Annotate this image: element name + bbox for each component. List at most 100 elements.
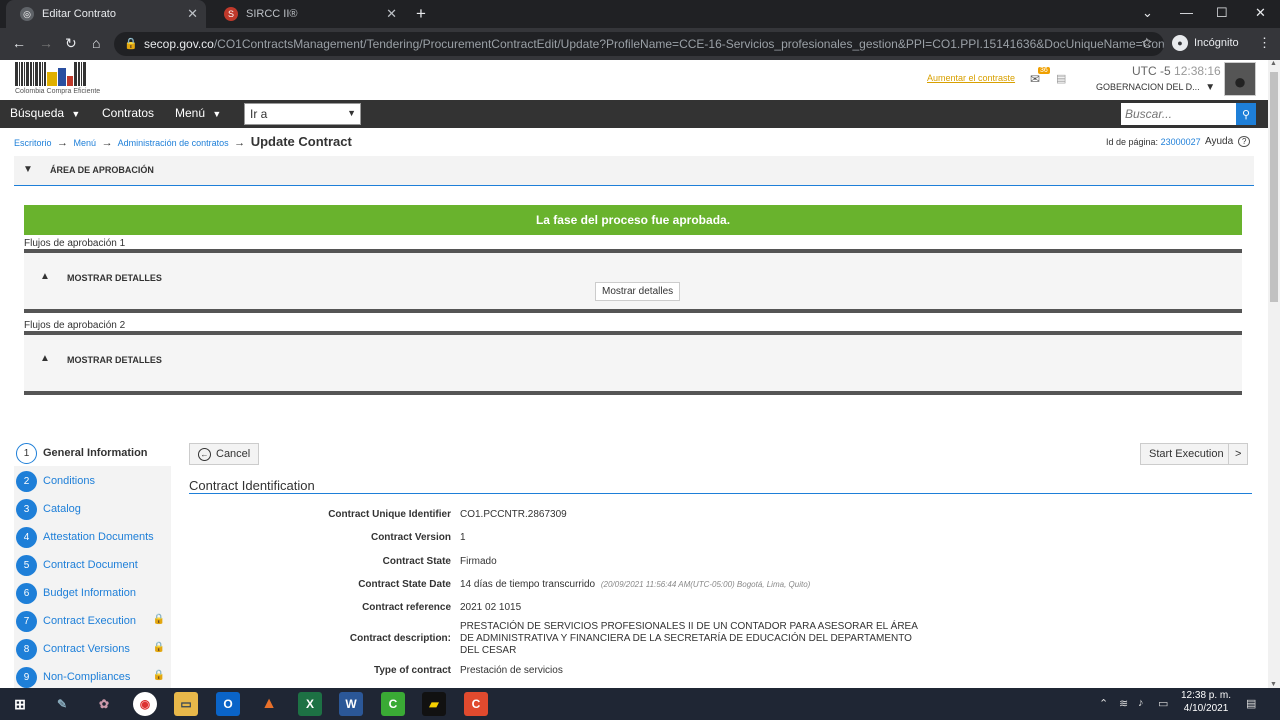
tray-chevron-icon[interactable]: ⌃	[1099, 697, 1108, 710]
outlook-icon[interactable]: O	[216, 692, 240, 716]
menu-menu[interactable]: Menú ▼	[175, 106, 221, 120]
incognito-indicator[interactable]: ● Incógnito	[1172, 35, 1239, 51]
approval-flow-2[interactable]: ▲ MOSTRAR DETALLES	[24, 331, 1242, 395]
close-tab-icon[interactable]: ✕	[386, 6, 397, 22]
breadcrumb-menu[interactable]: Menú	[74, 138, 97, 148]
lock-icon: 🔒	[152, 642, 165, 653]
page-id-value[interactable]: 23000027	[1161, 137, 1201, 147]
sticky-notes-icon[interactable]: ▰	[422, 692, 446, 716]
step-label: Budget Information	[43, 587, 136, 599]
chrome-icon[interactable]: ◉	[133, 692, 157, 716]
menu-busqueda[interactable]: Búsqueda ▼	[10, 106, 80, 120]
mail-icon[interactable]: ✉	[1030, 72, 1040, 86]
colombia-compra-logo[interactable]: Colombia Compra Eficiente	[15, 62, 110, 96]
scroll-down-icon[interactable]: ▼	[1270, 681, 1277, 688]
close-window-icon[interactable]: ✕	[1255, 5, 1266, 21]
bookmark-star-icon[interactable]: ☆	[1141, 35, 1153, 51]
taskbar-clock[interactable]: 12:38 p. m. 4/10/2021	[1181, 689, 1231, 715]
maximize-icon[interactable]: ☐	[1216, 5, 1228, 21]
avatar[interactable]: ●	[1224, 62, 1256, 96]
file-explorer-icon[interactable]: ▭	[174, 692, 198, 716]
camtasia-green-icon[interactable]: C	[381, 692, 405, 716]
breadcrumb-admin-contratos[interactable]: Administración de contratos	[118, 138, 229, 148]
scroll-up-icon[interactable]: ▲	[1270, 60, 1277, 67]
step-label: Conditions	[43, 475, 95, 487]
utc-clock: UTC -5 12:38:16	[1132, 64, 1221, 78]
minimize-icon[interactable]: —	[1180, 5, 1193, 20]
cancel-button[interactable]: ← Cancel	[189, 443, 260, 465]
main-menu: Búsqueda ▼ Contratos Menú ▼ Ir a ▼ ⚲	[0, 100, 1268, 128]
start-execution-button[interactable]: Start Execution	[1140, 443, 1233, 465]
home-icon[interactable]: ⌂	[92, 35, 100, 51]
back-icon[interactable]: ←	[12, 35, 26, 51]
entity-selector[interactable]: GOBERNACION DEL D... ▼	[1096, 82, 1215, 93]
entity-name: GOBERNACION DEL D...	[1096, 82, 1200, 92]
step-number: 1	[16, 442, 37, 464]
scrollbar-thumb[interactable]	[1270, 72, 1278, 302]
page-scrollbar[interactable]: ▲ ▼	[1268, 60, 1280, 688]
address-bar: ← → ↻ ⌂ 🔒 secop.gov.co/CO1ContractsManag…	[0, 28, 1280, 60]
field-label: Contract description:	[349, 633, 451, 644]
search-input[interactable]	[1121, 103, 1236, 125]
battery-icon[interactable]: ▭	[1158, 697, 1168, 710]
barcode-logo-graphic	[15, 62, 110, 86]
expand-triangle-icon: ▲	[40, 353, 50, 364]
step-budget-information[interactable]: 6 Budget Information	[14, 580, 171, 606]
approval-flow-2-label: Flujos de aprobación 2	[24, 320, 126, 331]
search-icon: ⚲	[1241, 108, 1251, 121]
step-label: Attestation Documents	[43, 531, 154, 543]
camtasia-red-icon[interactable]: C	[464, 692, 488, 716]
sircc-icon: S	[224, 7, 238, 21]
step-number: 3	[16, 498, 37, 520]
contract-state: Firmado	[460, 556, 497, 567]
cancel-label: Cancel	[216, 448, 251, 460]
search-button[interactable]: ⚲	[1236, 103, 1256, 125]
step-label: General Information	[43, 447, 148, 459]
app-feather-icon[interactable]: ✎	[50, 692, 74, 716]
contract-unique-identifier: CO1.PCCNTR.2867309	[460, 509, 567, 520]
tab-sircc[interactable]: S SIRCC II® ✕	[210, 0, 405, 28]
forward-icon[interactable]: →	[39, 35, 53, 51]
url-field[interactable]: 🔒 secop.gov.co/CO1ContractsManagement/Te…	[114, 32, 1164, 56]
close-tab-icon[interactable]: ✕	[187, 6, 198, 22]
matlab-icon[interactable]: ▲	[257, 692, 281, 716]
notifications-icon[interactable]: ▤	[1246, 697, 1256, 710]
windows-start-icon[interactable]: ⊞	[8, 692, 32, 716]
wifi-icon[interactable]: ≋	[1119, 697, 1128, 710]
volume-icon[interactable]: ♪	[1138, 697, 1144, 709]
step-contract-document[interactable]: 5 Contract Document	[14, 552, 171, 578]
approval-area-header[interactable]: ▼ ÁREA DE APROBACIÓN	[14, 156, 1254, 186]
tab-search-icon[interactable]: ⌄	[1142, 5, 1153, 21]
caret-down-icon: ▼	[347, 108, 356, 118]
excel-icon[interactable]: X	[298, 692, 322, 716]
menu-contratos[interactable]: Contratos	[102, 106, 154, 120]
increase-contrast-link[interactable]: Aumentar el contraste	[927, 73, 1015, 83]
document-icon[interactable]: ▤	[1056, 72, 1066, 85]
step-contract-versions[interactable]: 8 Contract Versions 🔒	[14, 636, 171, 662]
tooltip: Mostrar detalles	[595, 282, 681, 301]
tab-editar-contrato[interactable]: ◎ Editar Contrato ✕	[6, 0, 206, 28]
app-paint-icon[interactable]: ✿	[92, 692, 116, 716]
step-contract-execution[interactable]: 7 Contract Execution 🔒	[14, 608, 171, 634]
step-catalog[interactable]: 3 Catalog	[14, 496, 171, 522]
step-non-compliances[interactable]: 9 Non-Compliances 🔒	[14, 664, 171, 690]
contract-reference: 2021 02 1015	[460, 602, 522, 613]
lock-icon: 🔒	[152, 670, 165, 681]
goto-select[interactable]: Ir a ▼	[244, 103, 361, 125]
reload-icon[interactable]: ↻	[65, 35, 77, 52]
step-attestation-documents[interactable]: 4 Attestation Documents	[14, 524, 171, 550]
browser-tab-bar: ◎ Editar Contrato ✕ S SIRCC II® ✕ + ⌄ — …	[0, 0, 1280, 28]
phase-approved-banner: La fase del proceso fue aprobada.	[24, 205, 1242, 235]
show-details-label: MOSTRAR DETALLES	[67, 355, 162, 365]
next-step-button[interactable]: >	[1228, 443, 1249, 465]
step-conditions[interactable]: 2 Conditions	[14, 468, 171, 494]
step-general-information[interactable]: 1 General Information	[14, 440, 171, 466]
help-link[interactable]: Ayuda ?	[1205, 136, 1251, 147]
step-number: 5	[16, 554, 37, 576]
word-icon[interactable]: W	[339, 692, 363, 716]
new-tab-icon[interactable]: +	[416, 4, 426, 24]
browser-menu-icon[interactable]: ⋮	[1258, 35, 1271, 51]
state-date-timestamp: (20/09/2021 11:56:44 AM(UTC-05:00) Bogot…	[600, 580, 811, 589]
approval-flow-1[interactable]: ▲ MOSTRAR DETALLES	[24, 249, 1242, 313]
breadcrumb-escritorio[interactable]: Escritorio	[14, 138, 52, 148]
